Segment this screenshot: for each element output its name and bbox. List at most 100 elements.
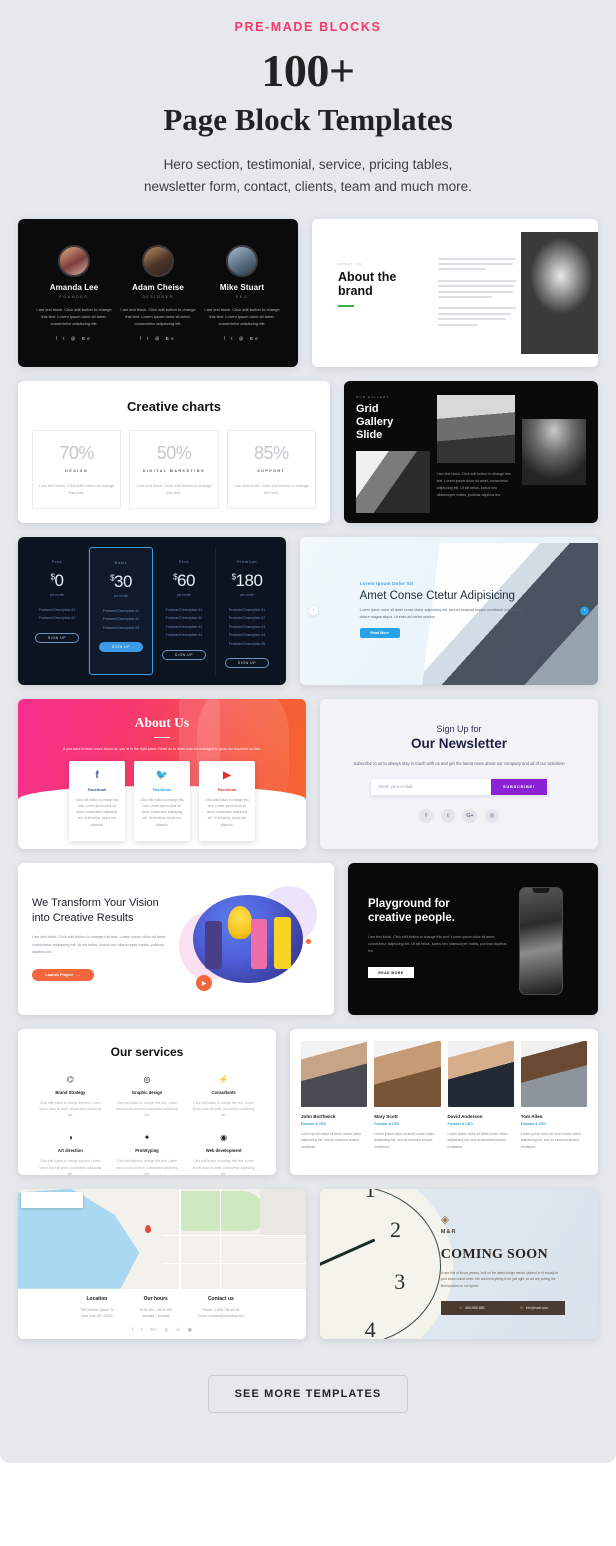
social-card-facebook[interactable]: f Facebook Click edit button to change t…: [69, 760, 125, 841]
subscribe-button[interactable]: SUBSCRIBE!: [491, 778, 547, 795]
template-card-vision[interactable]: We Transform Your Vision into Creative R…: [18, 862, 334, 1015]
facebook-icon[interactable]: f: [132, 1327, 133, 1333]
template-card-contact-map[interactable]: Location 795 Victoria Queen St New York,…: [18, 1188, 306, 1339]
play-icon[interactable]: ▶: [196, 975, 213, 992]
map-image[interactable]: [18, 1188, 306, 1289]
template-card-newsletter[interactable]: Sign Up for Our Newsletter Subscribe to …: [320, 698, 598, 849]
plan-feature: Featured Description #3: [102, 625, 140, 630]
gallery-title-line-2: Gallery: [356, 415, 394, 428]
person-text: Lorem ipsum dolor sit amet conse ctetur …: [520, 1131, 582, 1149]
template-card-about-us[interactable]: About Us If you want to learn more about…: [18, 698, 306, 849]
phone-number: 888-888-888: [465, 1305, 485, 1310]
social-card-youtube[interactable]: ▶ Facebook Click edit button to change t…: [199, 760, 255, 841]
contact-line-2: Email: contact@company.com: [198, 1314, 244, 1319]
gallery-title-line-1: Grid: [356, 402, 379, 415]
team-member: Amanda Lee FOUNDER I am text block. Clic…: [35, 244, 113, 341]
plan-period: per month: [49, 592, 65, 597]
plan-feature: Featured Description #4: [228, 633, 266, 638]
phone-contact[interactable]: ✆ 888-888-888: [441, 1306, 503, 1310]
art-direction-icon: ◑: [67, 1133, 73, 1143]
template-card-grid-gallery[interactable]: OUR GALLERY Grid Gallery Slide I am text…: [344, 380, 598, 523]
team-member: Adam Cheise DESIGNER I am text block. Cl…: [119, 244, 197, 341]
instagram-icon[interactable]: ◎: [485, 808, 499, 823]
gallery-eyebrow: OUR GALLERY: [356, 394, 390, 399]
member-text: I am text block. Click edit button to ch…: [120, 306, 196, 327]
brand-logo-text: M&R: [440, 1228, 457, 1235]
template-card-creative-charts[interactable]: Creative charts 70% DESIGN I am text blo…: [18, 380, 330, 523]
gallery-image-3: [521, 418, 586, 485]
template-card-playground[interactable]: Playground for creative people. I am tex…: [348, 862, 598, 1015]
social-icons[interactable]: f t @ Be: [119, 336, 197, 341]
playground-read-more-button[interactable]: READ MORE: [368, 967, 414, 979]
twitter-icon[interactable]: t: [441, 808, 455, 823]
twitter-icon[interactable]: t: [141, 1327, 142, 1333]
newsletter-small-title: Sign Up for: [436, 723, 482, 734]
page-subtitle: Hero section, testimonial, service, pric…: [0, 154, 616, 199]
plan-signup-button[interactable]: SIGN UP: [35, 632, 79, 643]
social-card-twitter[interactable]: 🐦 Facebook Click edit button to change t…: [134, 760, 190, 841]
pricing-plan-premium[interactable]: Premium $180 per month Featured Descript…: [216, 547, 278, 675]
contact-detail: 10:00 AM – 05:00 PM Monday – Sunday: [139, 1307, 172, 1320]
map-pin-icon: [144, 1224, 151, 1233]
plan-feature: Featured Description #2: [38, 616, 76, 621]
launch-project-button[interactable]: Launch Project →: [32, 968, 94, 981]
member-role: DESIGNER: [142, 294, 174, 299]
pricing-plan-basic[interactable]: Basic $30 per month Featured Description…: [89, 546, 153, 675]
social-icons[interactable]: f t @ Be: [203, 336, 281, 341]
team-person: John Borthwick Founder & CEO Lorem ipsum…: [301, 1040, 368, 1163]
template-card-testimonial[interactable]: Amanda Lee FOUNDER I am text block. Clic…: [18, 218, 298, 367]
hero-read-more-button[interactable]: Read More: [359, 627, 400, 638]
person-name: Mary Scott: [374, 1113, 398, 1119]
clock-face: [320, 1188, 441, 1339]
person-name: David Anderson: [447, 1113, 483, 1119]
pricing-plan-plus[interactable]: Plus $60 per month Featured Description …: [153, 546, 216, 675]
behance-icon[interactable]: ▣: [188, 1327, 192, 1333]
person-figure: [204, 921, 223, 970]
chevron-right-icon[interactable]: ›: [580, 606, 589, 616]
template-card-services[interactable]: Our services ⌬ Brand Strategy Click edit…: [18, 1028, 276, 1175]
chart-text: I am text block. Click edit button to ch…: [136, 482, 212, 495]
instagram-icon[interactable]: ◎: [165, 1327, 169, 1333]
see-more-templates-button[interactable]: SEE MORE TEMPLATES: [207, 1374, 409, 1413]
plan-signup-button[interactable]: SIGN UP: [99, 642, 143, 653]
contact-line-1: Phone: 1-800-756-64-56: [202, 1307, 240, 1312]
youtube-icon: ▶: [223, 769, 231, 781]
email-contact[interactable]: ✉ info@mail.com: [503, 1306, 565, 1310]
about-social-cards: f Facebook Click edit button to change t…: [18, 760, 306, 841]
person-role: Founder & CEO: [520, 1121, 546, 1126]
plan-signup-button[interactable]: SIGN UP: [225, 658, 269, 669]
plan-name: Free: [51, 558, 63, 564]
chevron-left-icon[interactable]: ‹: [309, 606, 318, 616]
brand-title: About the brand: [338, 270, 438, 299]
template-card-hero-slider[interactable]: Lorem Ipsum Dolor Sit Amet Conse Ctetur …: [300, 536, 598, 685]
facebook-icon[interactable]: f: [419, 808, 433, 823]
template-card-team[interactable]: John Borthwick Founder & CEO Lorem ipsum…: [290, 1028, 598, 1175]
linkedin-icon[interactable]: in: [176, 1327, 179, 1333]
map-road: [162, 1262, 306, 1265]
plan-feature: Featured Description #1: [38, 607, 76, 612]
google-plus-icon[interactable]: G+: [151, 1327, 157, 1333]
plan-name: Basic: [114, 559, 128, 565]
promo-page: PRE-MADE BLOCKS 100+ Page Block Template…: [0, 0, 616, 1463]
pricing-plan-free[interactable]: Free $0 per month Featured Description #…: [26, 546, 89, 675]
member-name: Adam Cheise: [132, 282, 184, 292]
plan-signup-button[interactable]: SIGN UP: [162, 649, 206, 660]
social-icons[interactable]: f t @ Be: [35, 336, 113, 341]
map-info-card[interactable]: [21, 1191, 83, 1208]
lightbulb-icon: [227, 905, 253, 939]
email-input[interactable]: Enter your e-mail: [371, 778, 491, 795]
google-plus-icon[interactable]: G+: [463, 808, 477, 823]
brand-heading-block: ABOUT US About the brand: [312, 232, 438, 354]
person-figure: [250, 918, 267, 970]
map-road: [179, 1188, 181, 1289]
phone-notch: [532, 887, 550, 893]
page-footer: SEE MORE TEMPLATES: [0, 1353, 616, 1413]
diamond-icon: ◈: [440, 1213, 450, 1226]
contact-line-2: New York, NY 10018: [81, 1314, 113, 1319]
template-card-coming-soon[interactable]: 1 2 3 4 ◈ M&R COMING SOON A new line of …: [320, 1188, 598, 1339]
member-name: Mike Stuart: [219, 282, 265, 292]
plan-period: per month: [176, 592, 192, 597]
template-card-about-brand[interactable]: ABOUT US About the brand: [312, 218, 598, 367]
template-card-pricing[interactable]: Free $0 per month Featured Description #…: [18, 536, 286, 685]
template-grid: Amanda Lee FOUNDER I am text block. Clic…: [0, 199, 616, 1339]
